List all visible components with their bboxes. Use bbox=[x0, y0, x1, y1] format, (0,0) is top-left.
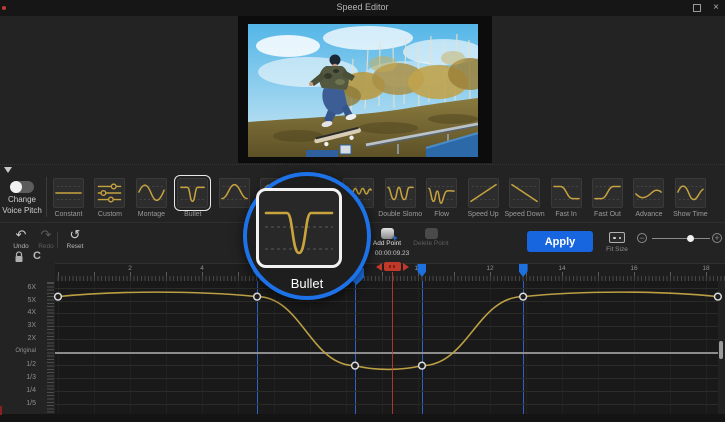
preset-tile-flow[interactable] bbox=[426, 178, 457, 208]
voice-pitch-label-1: Change bbox=[0, 195, 46, 204]
speed-label-6X: 6X bbox=[0, 284, 36, 291]
preset-curve-icon bbox=[676, 179, 705, 207]
apply-button[interactable]: Apply bbox=[527, 231, 593, 252]
window-title: Speed Editor bbox=[0, 2, 725, 12]
preset-tile-double-slomo[interactable] bbox=[385, 178, 416, 208]
speed-label-1-4: 1/4 bbox=[0, 387, 36, 394]
redo-button[interactable]: ↷ Redo bbox=[33, 228, 59, 250]
magnified-bullet-curve bbox=[259, 191, 339, 265]
keyframe-point[interactable] bbox=[714, 293, 721, 300]
speed-axis-ruler bbox=[42, 281, 54, 414]
undo-button[interactable]: ↶ Undo bbox=[8, 228, 34, 250]
bullet-magnifier: Bullet bbox=[243, 172, 371, 300]
voice-pitch-toggle[interactable] bbox=[11, 181, 34, 193]
add-point-icon: + bbox=[381, 228, 394, 239]
preset-curve-icon bbox=[427, 179, 456, 207]
preset-curve-icon bbox=[95, 179, 124, 207]
playhead-right-arrow-icon bbox=[403, 263, 409, 271]
toggle-knob-icon bbox=[10, 181, 22, 193]
preset-tile-fast-out[interactable] bbox=[592, 178, 623, 208]
preset-tile-show-time[interactable] bbox=[675, 178, 706, 208]
speed-label-1-3: 1/3 bbox=[0, 374, 36, 381]
preset-curve-icon bbox=[220, 179, 249, 207]
ruler-tick-4: 4 bbox=[192, 265, 212, 272]
playhead-pill-icon bbox=[384, 262, 401, 271]
speed-curve-path bbox=[58, 292, 718, 369]
undo-icon: ↶ bbox=[8, 228, 34, 242]
titlebar: Speed Editor × bbox=[0, 0, 725, 16]
video-frame bbox=[248, 24, 478, 157]
ruler-tick-14: 14 bbox=[552, 265, 572, 272]
delete-point-button[interactable]: Delete Point bbox=[408, 226, 454, 247]
preset-tile-bullet[interactable] bbox=[177, 178, 208, 208]
delete-point-icon bbox=[425, 228, 438, 239]
speed-curve bbox=[55, 281, 718, 414]
preset-tile-speed-up[interactable] bbox=[468, 178, 499, 208]
speed-label-5X: 5X bbox=[0, 297, 36, 304]
add-point-button[interactable]: + Add Point bbox=[366, 226, 408, 247]
speed-label-2X: 2X bbox=[0, 335, 36, 342]
fit-size-label: Fit Size bbox=[599, 246, 635, 253]
curve-mode-icon[interactable]: C bbox=[33, 250, 41, 262]
magnifier-label: Bullet bbox=[247, 276, 367, 291]
ruler-tick-12: 12 bbox=[480, 265, 500, 272]
zoom-out-icon[interactable]: − bbox=[637, 233, 647, 243]
preset-tile-speed-down[interactable] bbox=[509, 178, 540, 208]
preset-tile-4[interactable] bbox=[219, 178, 250, 208]
preset-tile-constant[interactable] bbox=[53, 178, 84, 208]
keyframe-point[interactable] bbox=[254, 293, 261, 300]
collapse-triangle-icon[interactable] bbox=[4, 167, 12, 173]
speed-label-3X: 3X bbox=[0, 322, 36, 329]
speed-label-1-2: 1/2 bbox=[0, 361, 36, 368]
preset-tile-fast-in[interactable] bbox=[551, 178, 582, 208]
preset-curve-icon bbox=[593, 179, 622, 207]
preset-curve-icon bbox=[386, 179, 415, 207]
preset-tile-custom[interactable] bbox=[94, 178, 125, 208]
bottom-strip bbox=[0, 414, 725, 422]
preset-curve-icon bbox=[510, 179, 539, 207]
ruler-tick-18: 18 bbox=[696, 265, 716, 272]
fit-size-icon[interactable] bbox=[609, 232, 625, 243]
speed-label-1-5: 1/5 bbox=[0, 400, 36, 407]
reset-button[interactable]: ↺ Reset bbox=[62, 228, 88, 250]
preset-curve-icon bbox=[137, 179, 166, 207]
preset-curve-icon bbox=[469, 179, 498, 207]
preset-label: Show Time bbox=[666, 211, 714, 218]
speed-label-4X: 4X bbox=[0, 309, 36, 316]
ruler-tick-16: 16 bbox=[624, 265, 644, 272]
keyframe-point[interactable] bbox=[55, 293, 62, 300]
close-button[interactable]: × bbox=[713, 1, 719, 15]
vertical-scrollbar-thumb[interactable] bbox=[719, 341, 723, 359]
playhead-left-arrow-icon bbox=[376, 263, 382, 271]
preset-label: Bullet bbox=[169, 211, 217, 218]
speed-label-Original: Original bbox=[0, 348, 36, 354]
magnified-bullet-tile bbox=[256, 188, 342, 268]
speed-editor-window: Speed Editor × bbox=[0, 0, 725, 422]
preset-curve-icon bbox=[54, 179, 83, 207]
redo-icon: ↷ bbox=[33, 228, 59, 242]
fit-size-slider-track[interactable] bbox=[652, 238, 710, 239]
playhead-line bbox=[392, 272, 393, 414]
preset-curve-icon bbox=[178, 179, 207, 207]
left-edge-marker bbox=[0, 406, 2, 415]
preset-tile-advance[interactable] bbox=[633, 178, 664, 208]
maximize-button[interactable] bbox=[693, 4, 701, 12]
voice-pitch-label-2: Voice Pitch bbox=[0, 206, 48, 215]
fit-size-slider-knob[interactable] bbox=[687, 235, 694, 242]
reset-icon: ↺ bbox=[62, 228, 88, 242]
keyframe-point[interactable] bbox=[419, 362, 426, 369]
video-preview bbox=[238, 16, 492, 163]
preset-curve-icon bbox=[552, 179, 581, 207]
preset-curve-icon bbox=[634, 179, 663, 207]
preset-tile-montage[interactable] bbox=[136, 178, 167, 208]
zoom-in-icon[interactable]: + bbox=[712, 233, 722, 243]
lock-icon[interactable] bbox=[14, 251, 24, 263]
keyframe-point[interactable] bbox=[520, 293, 527, 300]
ruler-tick-2: 2 bbox=[120, 265, 140, 272]
toolbar-separator bbox=[57, 232, 58, 248]
playhead-handle[interactable] bbox=[376, 262, 409, 272]
speed-curve-area: 6X 5X 4X 3X 2X Original 1/2 1/3 1/4 1/5 bbox=[0, 281, 725, 414]
keyframe-point[interactable] bbox=[352, 362, 359, 369]
